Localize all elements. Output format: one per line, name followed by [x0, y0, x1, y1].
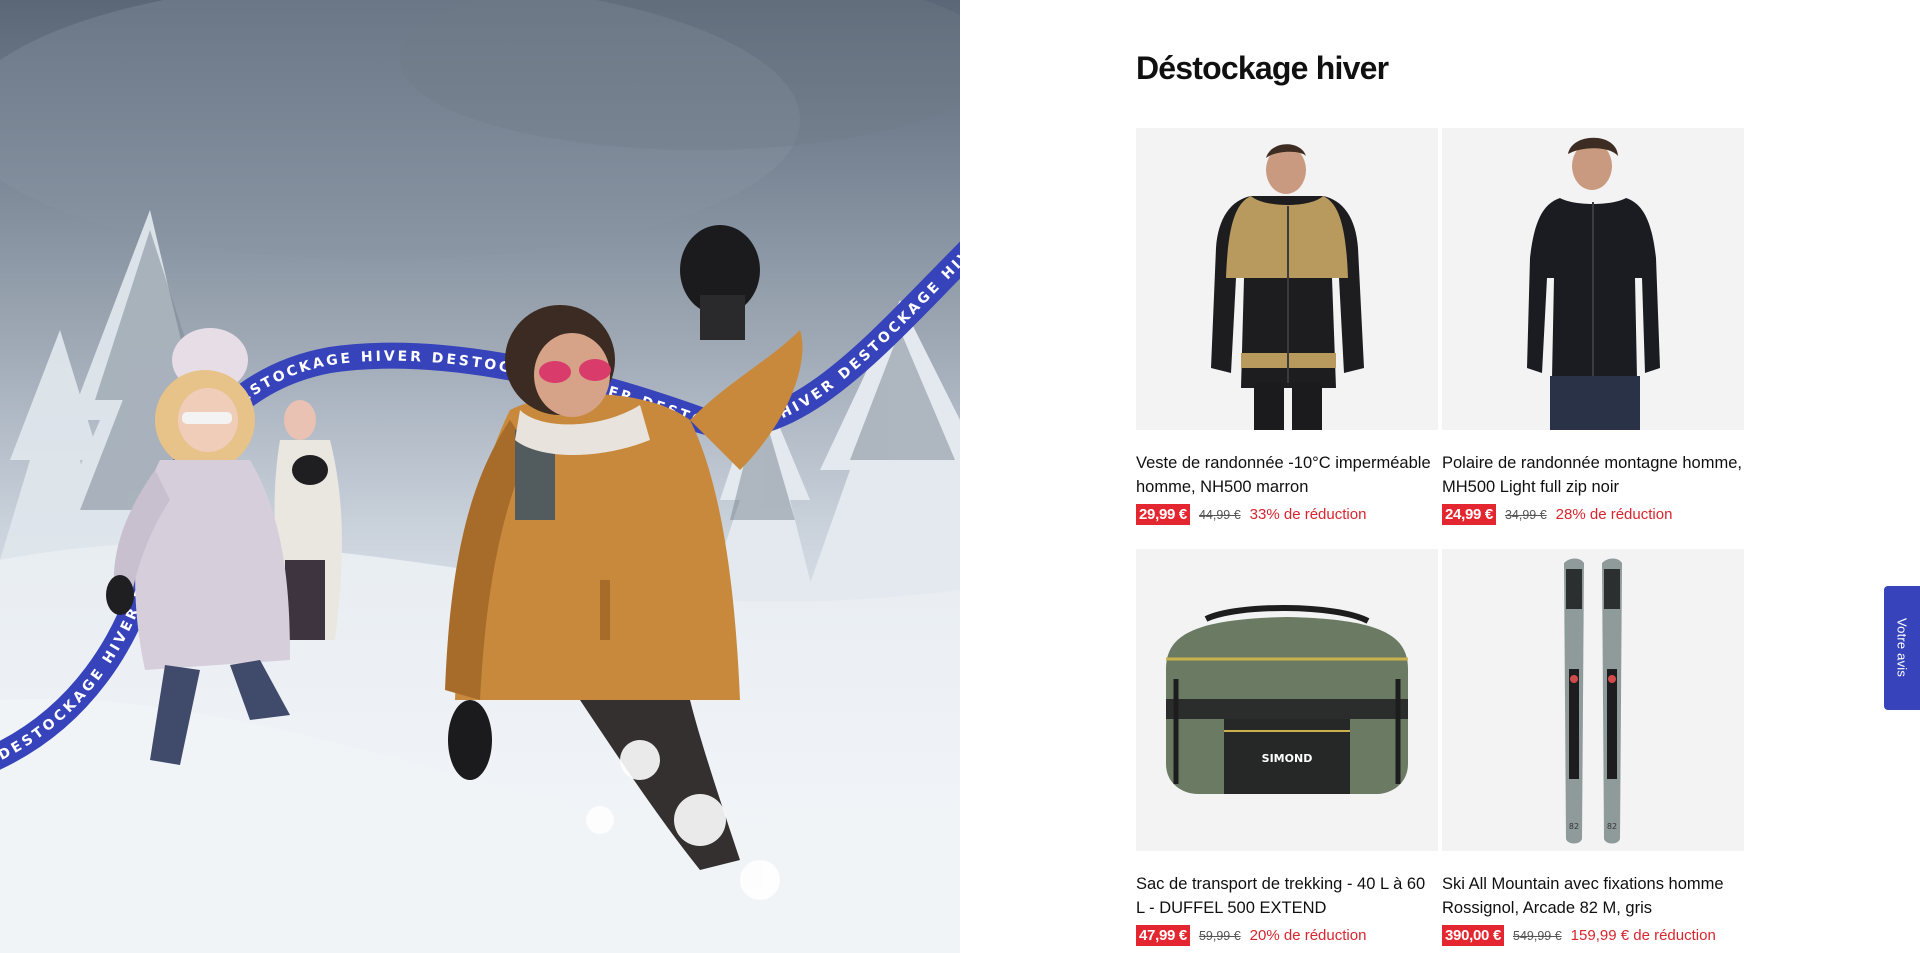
discount: 20% de réduction: [1249, 927, 1367, 944]
product-image-jacket[interactable]: [1136, 128, 1438, 430]
product-name[interactable]: Ski All Mountain avec fixations homme Ro…: [1442, 872, 1744, 920]
discount: 28% de réduction: [1555, 506, 1673, 523]
old-price: 59,99 €: [1198, 928, 1241, 943]
price: 24,99 €: [1442, 504, 1496, 525]
price-row: 390,00 € 549,99 € 159,99 € de réduction: [1442, 925, 1744, 946]
skis-image: 82 82: [1564, 558, 1622, 844]
feedback-label: Votre avis: [1894, 618, 1910, 678]
discount: 33% de réduction: [1249, 506, 1367, 523]
price-row: 47,99 € 59,99 € 20% de réduction: [1136, 925, 1438, 946]
product-card[interactable]: 82 82 Ski All Mountain avec fixations ho…: [1442, 549, 1744, 953]
product-image-skis[interactable]: 82 82: [1442, 549, 1744, 851]
old-price: 549,99 €: [1513, 928, 1562, 943]
product-card[interactable]: Polaire de randonnée montagne homme, MH5…: [1442, 128, 1744, 549]
jacket-image: [1211, 144, 1364, 430]
section-title: Déstockage hiver: [1136, 50, 1389, 86]
product-image-fleece[interactable]: [1442, 128, 1744, 430]
hero-image[interactable]: DESTOCKAGE HIVER DESTOCKAGE HIVER DESTOC…: [0, 0, 960, 953]
product-grid: Veste de randonnée -10°C imperméable hom…: [1136, 128, 1746, 953]
page: DESTOCKAGE HIVER DESTOCKAGE HIVER DESTOC…: [0, 0, 1920, 953]
product-card[interactable]: Veste de randonnée -10°C imperméable hom…: [1136, 128, 1438, 549]
product-name[interactable]: Polaire de randonnée montagne homme, MH5…: [1442, 451, 1744, 499]
bag-brand-text: SIMOND: [1262, 752, 1313, 765]
price: 29,99 €: [1136, 504, 1190, 525]
old-price: 34,99 €: [1504, 507, 1547, 522]
product-name[interactable]: Veste de randonnée -10°C imperméable hom…: [1136, 451, 1438, 499]
ski-label-right: 82: [1607, 822, 1617, 831]
discount: 159,99 € de réduction: [1570, 927, 1716, 944]
product-image-duffel[interactable]: SIMOND: [1136, 549, 1438, 851]
price-row: 24,99 € 34,99 € 28% de réduction: [1442, 504, 1744, 525]
price: 47,99 €: [1136, 925, 1190, 946]
old-price: 44,99 €: [1198, 507, 1241, 522]
hero-illustration: DESTOCKAGE HIVER DESTOCKAGE HIVER DESTOC…: [0, 0, 960, 953]
product-name[interactable]: Sac de transport de trekking - 40 L à 60…: [1136, 872, 1438, 920]
product-card[interactable]: SIMOND Sac de transport de trekking - 40…: [1136, 549, 1438, 953]
duffel-image: SIMOND: [1166, 605, 1408, 794]
price-row: 29,99 € 44,99 € 33% de réduction: [1136, 504, 1438, 525]
fleece-image: [1527, 137, 1660, 430]
ski-label-left: 82: [1569, 822, 1579, 831]
price: 390,00 €: [1442, 925, 1504, 946]
feedback-tab-button[interactable]: Votre avis: [1884, 586, 1920, 710]
